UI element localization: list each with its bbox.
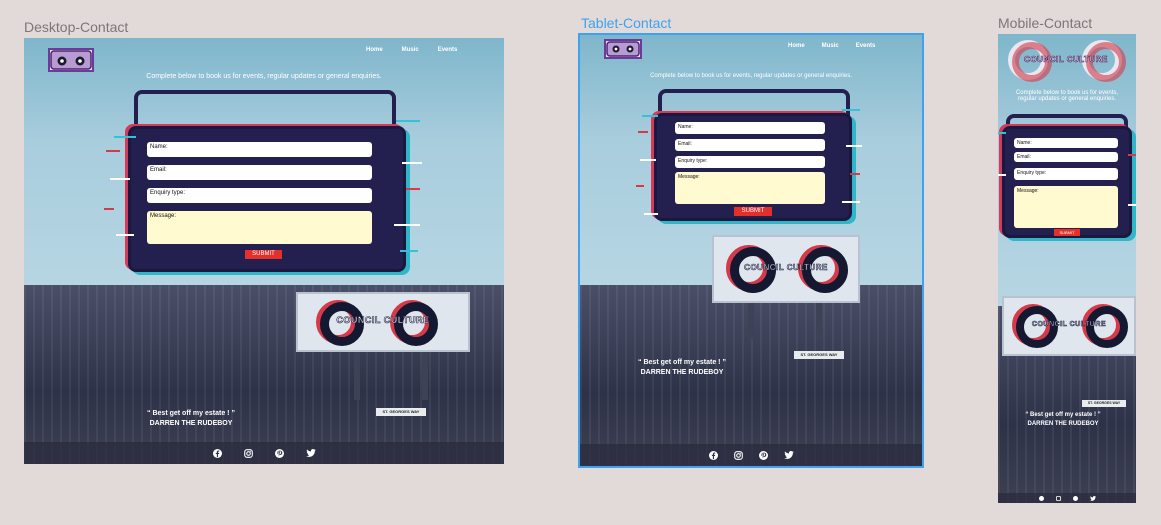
intro-text: Complete below to book us for events, re… xyxy=(650,73,852,79)
twitter-icon[interactable] xyxy=(305,449,316,457)
billboard-post xyxy=(422,350,428,400)
submit-button[interactable]: SUBMIT xyxy=(245,250,282,259)
pinterest-icon[interactable] xyxy=(274,448,284,458)
billboard-brand: COUNCIL CULTURE xyxy=(1031,321,1107,329)
logo-brand: COUNCIL CULTURE xyxy=(1024,55,1108,65)
billboard: COUNCIL CULTURE xyxy=(712,235,860,303)
quote-author: DARREN THE RUDEBOY xyxy=(640,369,724,376)
nav-events-link[interactable]: Events xyxy=(438,47,458,53)
nav-music-link[interactable]: Music xyxy=(822,43,839,49)
radio-handle xyxy=(134,90,396,130)
social-footer xyxy=(580,444,922,466)
desktop-frame[interactable]: Home Music Events Complete below to book… xyxy=(24,38,504,464)
billboard-post xyxy=(816,299,822,339)
social-footer xyxy=(24,442,504,464)
quote-author: DARREN THE RUDEBOY xyxy=(149,420,233,427)
email-field[interactable]: Email: xyxy=(147,165,372,180)
submit-button[interactable]: SUBMIT xyxy=(1054,229,1080,236)
enquiry-type-field[interactable]: Enquiry type: xyxy=(675,156,825,168)
quote-text: “ Best get off my estate ! ” xyxy=(147,410,235,417)
site-logo[interactable] xyxy=(604,39,642,59)
instagram-icon[interactable] xyxy=(243,448,253,458)
nav-music-link[interactable]: Music xyxy=(402,47,419,53)
billboard-post xyxy=(748,299,754,339)
billboard: COUNCIL CULTURE xyxy=(1002,296,1136,356)
nav-events-link[interactable]: Events xyxy=(856,43,876,49)
site-logo[interactable] xyxy=(48,48,94,72)
facebook-icon[interactable] xyxy=(212,448,222,458)
message-field[interactable]: Message: xyxy=(1014,186,1118,228)
cassette-logo-icon xyxy=(50,50,92,70)
site-logo[interactable]: COUNCIL CULTURE xyxy=(1006,38,1126,86)
quote-text: “ Best get off my estate ! ” xyxy=(638,359,726,366)
billboard: COUNCIL CULTURE xyxy=(296,292,470,352)
intro-text: Complete below to book us for events, re… xyxy=(146,73,382,80)
mobile-frame[interactable]: COUNCIL CULTURE Complete below to book u… xyxy=(998,34,1136,503)
street-sign: ST. GEORGES WAY xyxy=(1082,400,1126,407)
intro-text: Complete below to book us for events, re… xyxy=(1015,90,1119,102)
social-footer xyxy=(998,493,1136,503)
pinterest-icon[interactable] xyxy=(758,450,768,460)
billboard-post xyxy=(354,350,360,400)
quote-text: “ Best get off my estate ! ” xyxy=(1025,412,1101,418)
main-nav: Home Music Events xyxy=(366,47,457,53)
submit-button[interactable]: SUBMIT xyxy=(734,207,772,216)
cassette-logo-icon xyxy=(606,41,640,57)
billboard-brand: COUNCIL CULTURE xyxy=(336,315,430,326)
tablet-frame[interactable]: Home Music Events Complete below to book… xyxy=(578,33,924,468)
street-sign: ST. GEORGES WAY xyxy=(794,351,844,359)
twitter-icon[interactable] xyxy=(783,451,794,459)
pinterest-icon[interactable] xyxy=(1072,495,1078,501)
twitter-icon[interactable] xyxy=(1089,495,1096,501)
tablet-frame-label[interactable]: Tablet-Contact xyxy=(581,15,671,31)
name-field[interactable]: Name: xyxy=(675,122,825,134)
facebook-icon[interactable] xyxy=(1038,495,1044,501)
billboard-brand: COUNCIL CULTURE xyxy=(744,263,828,273)
main-nav: Home Music Events xyxy=(788,43,875,49)
message-field[interactable]: Message: xyxy=(147,211,372,244)
name-field[interactable]: Name: xyxy=(147,142,372,157)
desktop-frame-label[interactable]: Desktop-Contact xyxy=(24,19,128,35)
instagram-icon[interactable] xyxy=(1055,495,1061,501)
facebook-icon[interactable] xyxy=(708,450,718,460)
email-field[interactable]: Email: xyxy=(675,139,825,151)
quote-author: DARREN THE RUDEBOY xyxy=(1027,421,1099,427)
nav-home-link[interactable]: Home xyxy=(366,47,383,53)
enquiry-type-field[interactable]: Enquiry type: xyxy=(1014,168,1118,180)
message-field[interactable]: Message: xyxy=(675,172,825,204)
instagram-icon[interactable] xyxy=(733,450,743,460)
street-sign: ST. GEORGES WAY xyxy=(376,408,426,416)
email-field[interactable]: Email: xyxy=(1014,152,1118,162)
nav-home-link[interactable]: Home xyxy=(788,43,805,49)
name-field[interactable]: Name: xyxy=(1014,138,1118,148)
mobile-frame-label[interactable]: Mobile-Contact xyxy=(998,15,1092,31)
enquiry-type-field[interactable]: Enquiry type: xyxy=(147,188,372,203)
